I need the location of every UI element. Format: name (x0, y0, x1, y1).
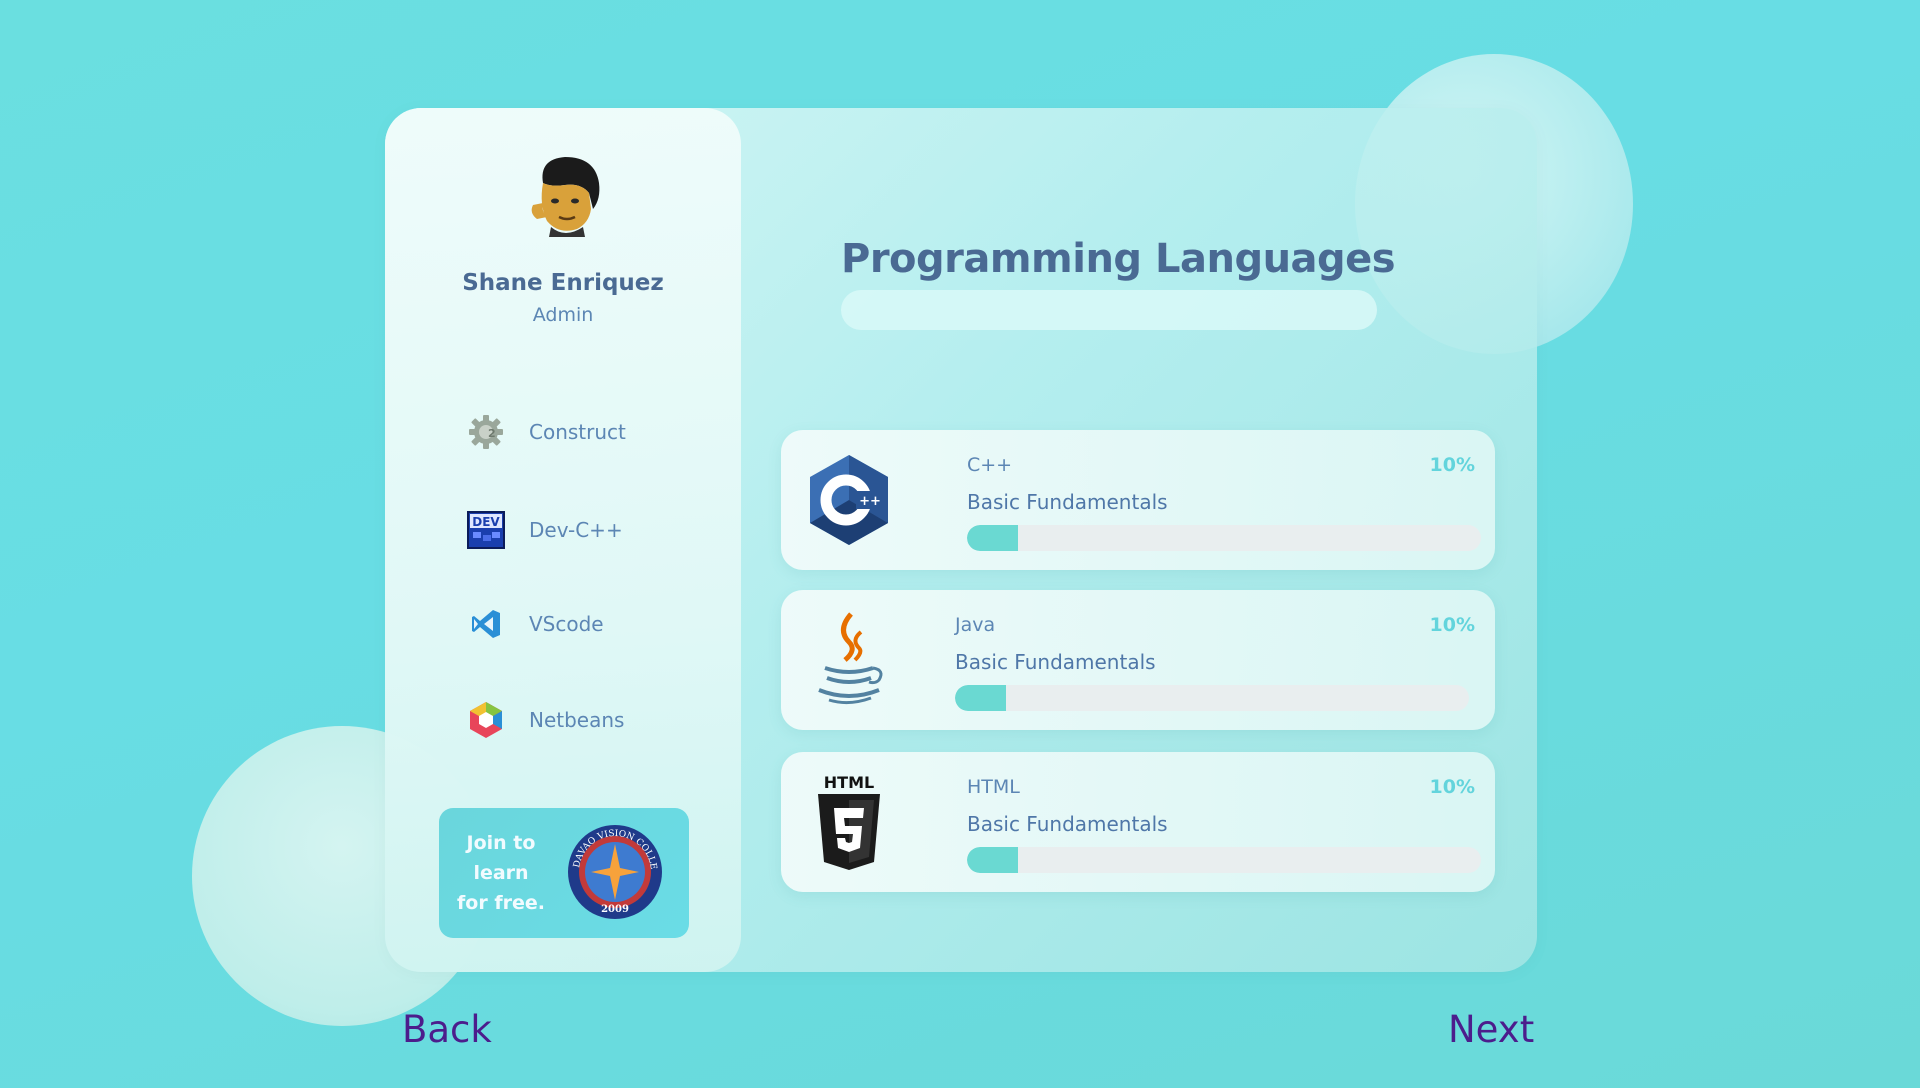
course-subtitle: Basic Fundamentals (955, 650, 1156, 674)
promo-card[interactable]: Join to learn for free. DAVAO VISION COL… (439, 808, 689, 938)
title-underline-bar (841, 290, 1377, 330)
svg-text:2: 2 (488, 427, 496, 440)
progress-track (955, 685, 1469, 711)
course-percent: 10% (1429, 454, 1475, 476)
tool-label: VScode (529, 612, 604, 636)
java-icon (799, 610, 899, 710)
user-role: Admin (532, 304, 594, 326)
page-title: Programming Languages (841, 236, 1396, 282)
netbeans-icon (465, 699, 507, 741)
progress-fill (955, 685, 1007, 711)
construct-gear-icon: 2 (465, 411, 507, 453)
course-card-cpp[interactable]: ++ C++ 10% Basic Fundamentals (781, 430, 1495, 570)
course-name: Java (955, 614, 996, 636)
course-card-html[interactable]: HTML HTML 10% Basic Fundamentals (781, 752, 1495, 892)
avatar (525, 153, 603, 239)
progress-fill (967, 525, 1019, 551)
html5-icon: HTML (799, 772, 899, 872)
sidebar: Shane Enriquez Admin 2 Construct DEV Dev… (385, 108, 741, 972)
svg-text:DEV: DEV (472, 515, 500, 529)
progress-fill (967, 847, 1019, 873)
course-percent: 10% (1429, 776, 1475, 798)
promo-text: Join to learn for free. (457, 832, 545, 914)
progress-track (967, 847, 1481, 873)
tool-item-dev-cpp[interactable]: DEV Dev-C++ (465, 506, 623, 554)
user-name: Shane Enriquez (462, 270, 664, 296)
course-subtitle: Basic Fundamentals (967, 812, 1168, 836)
svg-text:2009: 2009 (601, 904, 629, 915)
next-button[interactable]: Next (1448, 1008, 1534, 1051)
tool-label: Dev-C++ (529, 518, 623, 542)
cpp-icon: ++ (799, 450, 899, 550)
tool-item-netbeans[interactable]: Netbeans (465, 696, 624, 744)
vscode-icon (465, 603, 507, 645)
dev-cpp-icon: DEV (465, 509, 507, 551)
back-button[interactable]: Back (402, 1008, 492, 1051)
college-seal-logo: DAVAO VISION COLLEGES 2009 (561, 811, 665, 926)
course-card-java[interactable]: Java 10% Basic Fundamentals (781, 590, 1495, 730)
course-name: HTML (967, 776, 1020, 798)
tool-label: Construct (529, 420, 626, 444)
svg-text:HTML: HTML (824, 773, 874, 792)
course-percent: 10% (1429, 614, 1475, 636)
course-subtitle: Basic Fundamentals (967, 490, 1168, 514)
main-card: Shane Enriquez Admin 2 Construct DEV Dev… (385, 108, 1537, 972)
tool-item-vscode[interactable]: VScode (465, 600, 604, 648)
svg-text:++: ++ (859, 494, 881, 509)
progress-track (967, 525, 1481, 551)
tool-label: Netbeans (529, 708, 625, 732)
tool-item-construct[interactable]: 2 Construct (465, 408, 626, 456)
course-name: C++ (967, 454, 1013, 476)
